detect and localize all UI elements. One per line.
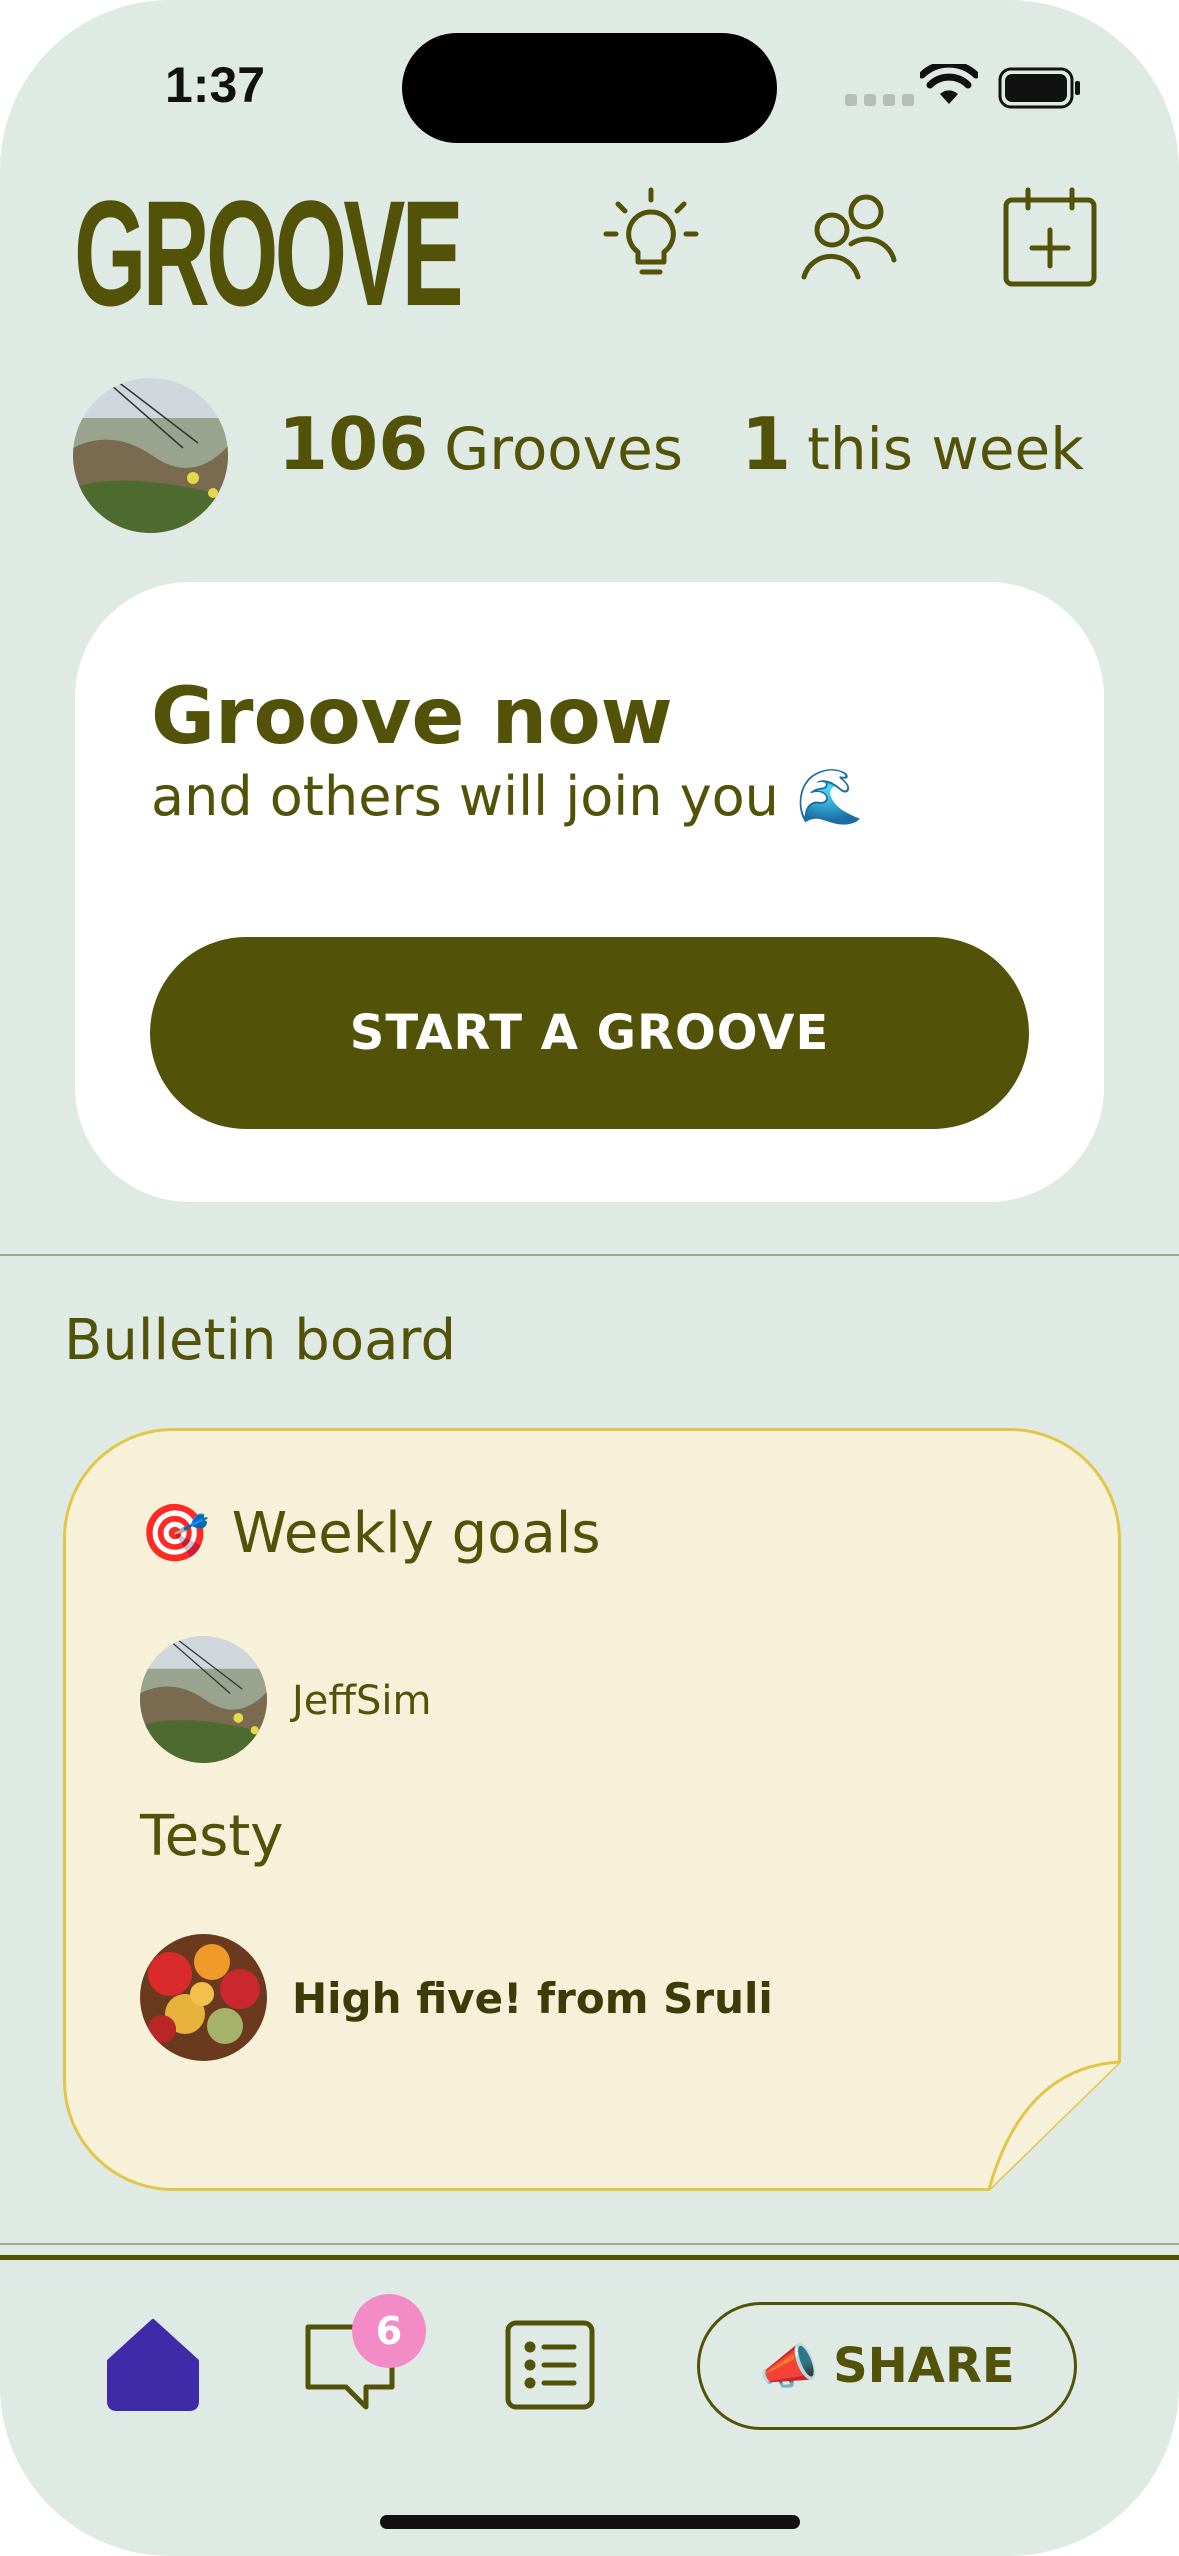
note-message: Testy [140, 1804, 284, 1869]
lightbulb-icon[interactable] [596, 182, 706, 292]
high-five-avatar[interactable] [140, 1934, 267, 2061]
bulletin-board-title: Bulletin board [64, 1308, 456, 1373]
groove-now-card: Groove now and others will join you 🌊 ST… [75, 582, 1104, 1202]
app-screen: 1:37 GROOVE 106 Grooves 1 this week Groo… [0, 0, 1179, 2556]
groove-stats: 106 Grooves 1 this week [278, 402, 1084, 486]
app-logo: GROOVE [74, 169, 464, 337]
note-username[interactable]: JeffSim [292, 1678, 431, 1724]
week-count: 1 [741, 402, 792, 486]
cellular-signal-icon [845, 94, 914, 106]
card-title: Groove now [151, 672, 673, 762]
tabbar-border [0, 2255, 1179, 2260]
home-indicator [380, 2515, 800, 2529]
profile-avatar[interactable] [73, 378, 228, 533]
share-button[interactable]: 📣 SHARE [697, 2302, 1077, 2430]
note-title-label: Weekly goals [231, 1500, 601, 1566]
high-five-text: High five! from Sruli [292, 1974, 773, 2023]
home-icon [107, 2319, 199, 2411]
section-divider [0, 1254, 1179, 1256]
battery-icon [998, 67, 1080, 109]
user-avatar[interactable] [140, 1636, 267, 1763]
chat-badge: 6 [352, 2294, 426, 2368]
dynamic-island [402, 33, 777, 143]
grooves-count: 106 [278, 402, 429, 486]
bottom-divider [0, 2243, 1179, 2245]
list-icon [505, 2320, 595, 2410]
week-label: this week [807, 415, 1084, 483]
list-tab[interactable] [500, 2315, 600, 2415]
note-title: 🎯 Weekly goals [140, 1500, 601, 1567]
calendar-add-icon[interactable] [996, 182, 1106, 292]
status-time: 1:37 [165, 57, 266, 113]
card-subtitle: and others will join you 🌊 [151, 765, 864, 828]
share-label: SHARE [833, 2338, 1015, 2394]
home-tab[interactable] [103, 2315, 203, 2415]
people-icon[interactable] [796, 182, 906, 292]
grooves-label: Grooves [444, 415, 684, 483]
target-icon: 🎯 [140, 1501, 210, 1566]
start-groove-button[interactable]: START A GROOVE [150, 937, 1029, 1129]
megaphone-icon: 📣 [759, 2338, 820, 2395]
wifi-icon [920, 64, 978, 104]
